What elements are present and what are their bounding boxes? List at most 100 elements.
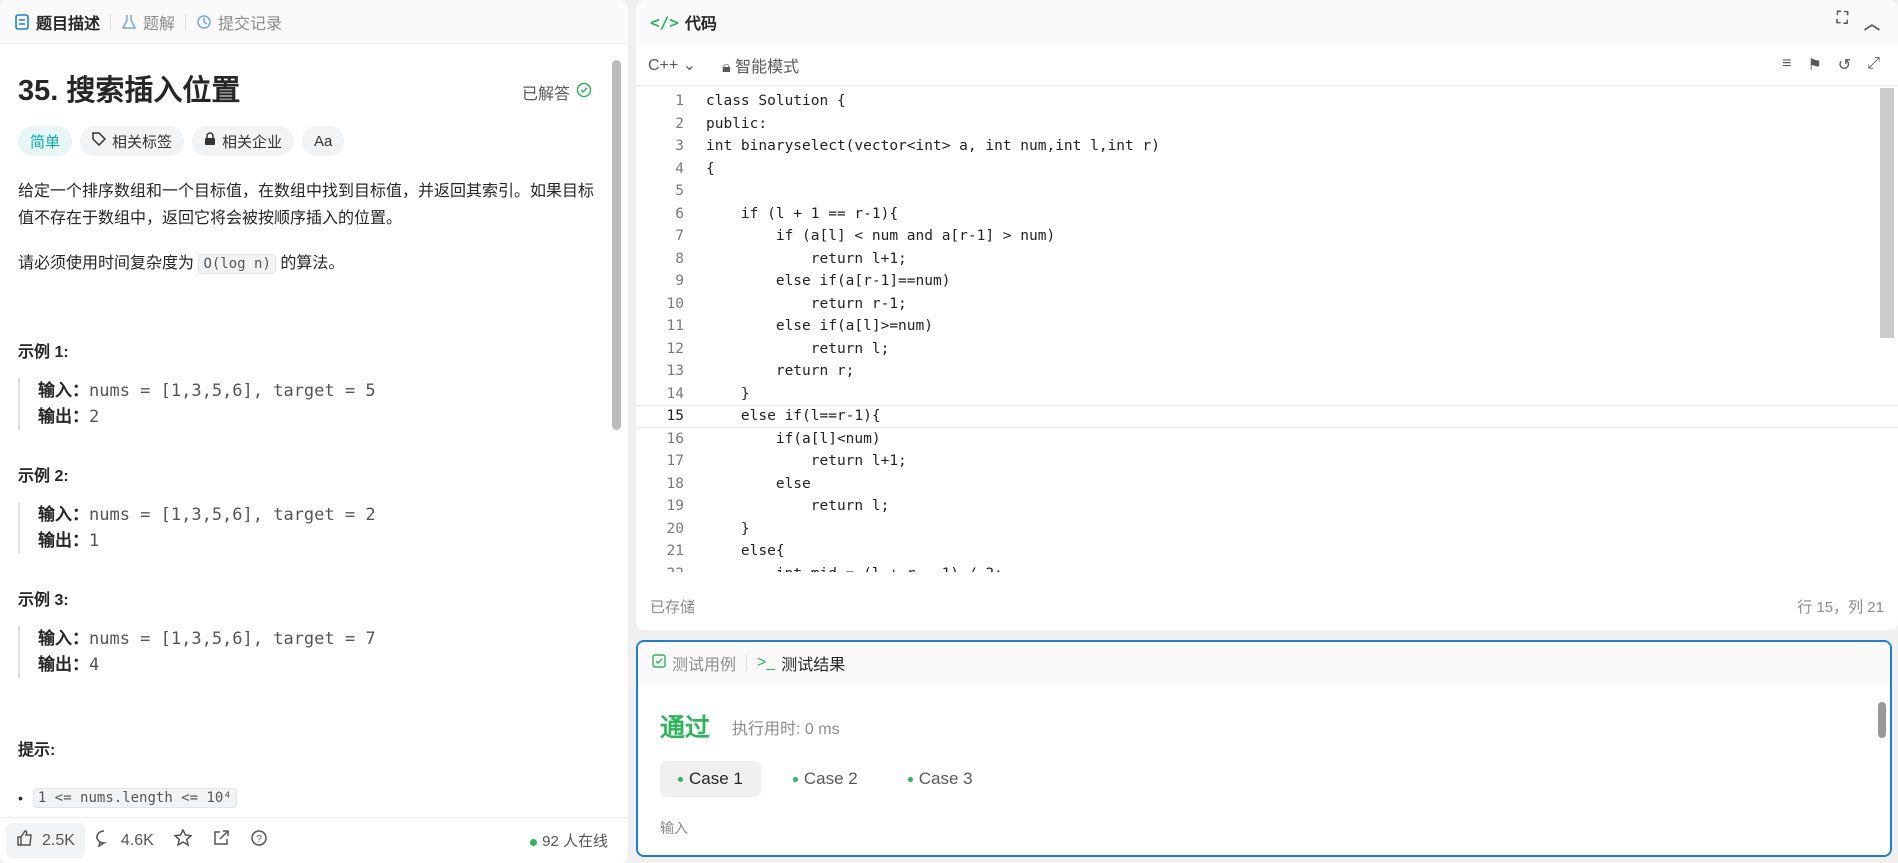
line-number: 14 — [666, 385, 684, 402]
scrollbar[interactable] — [612, 60, 621, 430]
line-text: else{ — [706, 543, 785, 560]
line-text: return l+1; — [706, 250, 907, 267]
hints-heading: 提示: — [18, 742, 56, 759]
code-line: 7 if (a[l] < num and a[r-1] > num) — [636, 225, 1898, 248]
pass-dot — [907, 776, 913, 782]
code-line: 2 public: — [636, 113, 1898, 136]
code-area[interactable]: 1 class Solution {2 public: 3 int binarysele… — [636, 90, 1898, 572]
example-output: 输出：2 — [38, 404, 598, 430]
req-text-a: 请必须使用时间复杂度为 — [18, 255, 199, 272]
line-number: 1 — [675, 93, 684, 110]
online-count: 92 人在线 — [530, 830, 608, 851]
input-value: nums = [1,3,5,6], target = 5 — [89, 381, 376, 401]
line-text: int mid = (l + r - 1) / 2; — [684, 566, 1003, 572]
input-label: 输入： — [38, 505, 89, 524]
code-line: 10 return r-1; — [636, 293, 1898, 316]
expand-icon[interactable]: ⤢ — [1867, 55, 1880, 75]
input-label: 输入： — [38, 629, 89, 648]
comment-icon — [95, 829, 113, 852]
editor-header-actions: ⛶ ︿ — [1837, 10, 1880, 34]
line-text: { — [706, 160, 715, 177]
case-tab[interactable]: Case 3 — [890, 761, 991, 797]
code-line: 17 return l+1; — [636, 450, 1898, 473]
complexity-code: O(log n) — [198, 254, 276, 274]
save-status: 已存储 — [650, 598, 696, 616]
line-number: 3 — [675, 138, 684, 155]
output-label: 输出： — [38, 531, 89, 550]
difficulty-badge[interactable]: 简单 — [18, 126, 73, 156]
case-label: Case 1 — [689, 769, 743, 788]
code-line: 21 else{ — [636, 540, 1898, 563]
language-select[interactable]: C++ ⌄ — [648, 55, 696, 75]
line-number: 18 — [666, 475, 684, 492]
line-number: 17 — [666, 453, 684, 470]
code-line: 18 else — [636, 473, 1898, 496]
case-tabs: Case 1 Case 2 Case 3 — [660, 761, 991, 797]
code-editor-panel: </> 代码 ⛶ ︿ C++ ⌄ 🔒︎ 智能模式 ≡ ⚑ ↺ ⤢ 1 class Solut… — [636, 0, 1898, 630]
comments-button[interactable]: 4.6K — [85, 823, 164, 858]
line-text: public: — [706, 115, 768, 132]
share-button[interactable] — [202, 823, 240, 858]
online-text: 92 人在线 — [542, 833, 608, 850]
reset-icon[interactable]: ↺ — [1838, 55, 1851, 75]
translate-button[interactable]: Aa — [302, 126, 345, 156]
tab-test-result[interactable]: >_ 测试结果 — [757, 651, 845, 675]
code-line: 15 else if(l==r-1){ — [636, 405, 1898, 428]
line-number: 2 — [675, 115, 684, 132]
fullscreen-icon[interactable]: ⛶ — [1837, 10, 1848, 34]
solved-label: 已解答 — [521, 86, 570, 103]
line-number: 7 — [675, 228, 684, 245]
format-icon[interactable]: ≡ — [1782, 55, 1791, 75]
editor-scrollbar[interactable] — [1880, 88, 1894, 338]
example-block: 输入：nums = [1,3,5,6], target = 2 输出：1 — [18, 502, 598, 554]
code-line: 4{ — [636, 158, 1898, 181]
mode-label: 智能模式 — [735, 58, 800, 76]
code-line: 3 int binaryselect(vector<int> a, int num… — [636, 135, 1898, 158]
bookmark-icon[interactable]: ⚑ — [1807, 55, 1821, 75]
code-line: 8 return l+1; — [636, 248, 1898, 271]
case-tab[interactable]: Case 2 — [775, 761, 876, 797]
case-tab[interactable]: Case 1 — [660, 761, 761, 797]
checkbox-icon — [652, 653, 666, 673]
line-number: 11 — [666, 318, 684, 335]
result-tabs: 测试用例 >_ 测试结果 — [638, 642, 1890, 684]
example-block: 输入：nums = [1,3,5,6], target = 5 输出：2 — [18, 378, 598, 430]
output-label: 输出： — [38, 655, 89, 674]
cursor-position: 行 15，列 21 — [1797, 598, 1884, 616]
divider — [185, 13, 187, 30]
example-input: 输入：nums = [1,3,5,6], target = 7 — [38, 626, 598, 652]
tab-solution-label: 题解 — [143, 15, 176, 33]
result-scrollbar[interactable] — [1878, 702, 1886, 738]
line-text: } — [706, 520, 750, 537]
star-icon — [173, 828, 193, 852]
help-icon: ? — [250, 829, 268, 852]
line-text: else if(l==r-1){ — [706, 408, 881, 425]
example-output: 输出：1 — [38, 528, 598, 554]
collapse-icon[interactable]: ︿ — [1864, 10, 1880, 34]
complexity-requirement: 请必须使用时间复杂度为 O(log n) 的算法。 — [18, 250, 598, 278]
like-button[interactable]: 2.5K — [6, 823, 85, 858]
tab-solution[interactable]: 题解 — [121, 10, 175, 34]
line-number: 19 — [666, 498, 684, 515]
line-text: return r; — [706, 363, 855, 380]
line-text: return l; — [706, 340, 890, 357]
line-number: 9 — [675, 273, 684, 290]
check-circle-icon — [576, 82, 592, 103]
code-line: 12 return l; — [636, 338, 1898, 361]
line-number: 10 — [666, 295, 684, 312]
terminal-icon: >_ — [757, 654, 776, 671]
language-label: C++ — [648, 56, 679, 74]
mode-select[interactable]: 🔒︎ 智能模式 — [722, 53, 799, 77]
companies-button[interactable]: 相关企业 — [192, 126, 295, 156]
editor-toolbar-actions: ≡ ⚑ ↺ ⤢ — [1782, 55, 1880, 75]
tab-testcases[interactable]: 测试用例 — [652, 651, 736, 675]
tab-submissions[interactable]: 提交记录 — [196, 10, 282, 34]
problem-footer: 2.5K 4.6K ? 92 人在线 — [0, 817, 628, 863]
help-button[interactable]: ? — [240, 823, 278, 858]
tag-row: 简单 相关标签 相关企业 Aa — [18, 126, 598, 156]
tab-description-label: 题目描述 — [36, 15, 101, 33]
favorite-button[interactable] — [164, 823, 202, 858]
tab-description[interactable]: 题目描述 — [14, 10, 100, 34]
topics-button[interactable]: 相关标签 — [80, 126, 185, 156]
code-line: 20 } — [636, 518, 1898, 541]
